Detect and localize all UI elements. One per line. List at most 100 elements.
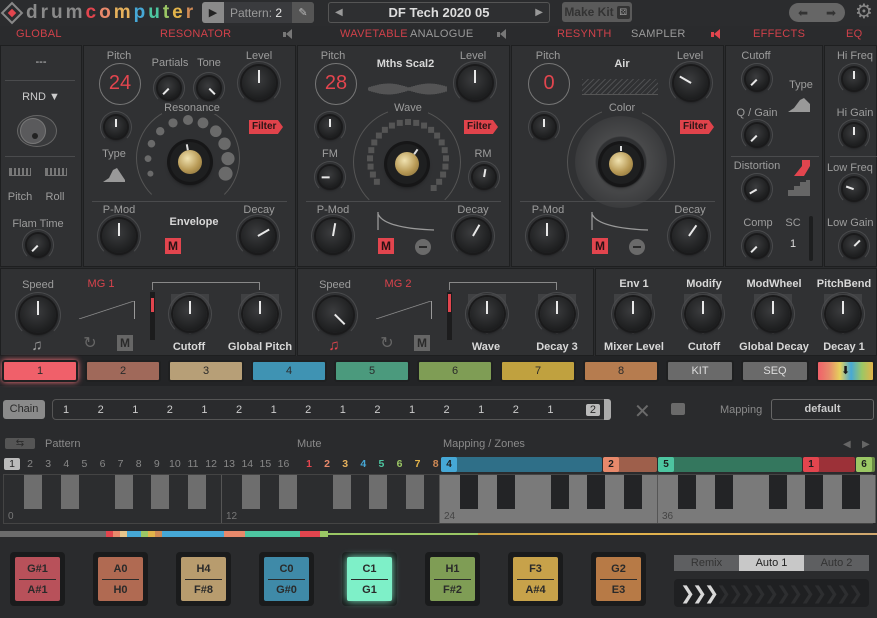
fm-knob[interactable] <box>314 161 346 193</box>
drum-pad[interactable]: H4 F#8 <box>176 552 231 606</box>
zone-bar[interactable]: 2 <box>603 457 657 472</box>
chain-scroll-handle[interactable] <box>604 399 611 420</box>
section-analogue[interactable]: ANALOGUE <box>410 28 474 40</box>
black-key[interactable] <box>187 475 206 509</box>
step-number[interactable]: 10 <box>167 458 183 470</box>
mute-channel[interactable]: 6 <box>392 458 408 470</box>
mute-channel[interactable]: 2 <box>319 458 335 470</box>
step-number[interactable]: 1 <box>4 458 20 470</box>
black-key[interactable] <box>623 475 642 509</box>
mg1-cutoff-knob[interactable] <box>168 292 212 336</box>
m-button[interactable]: M <box>414 335 430 351</box>
black-key[interactable] <box>496 475 515 509</box>
black-key[interactable] <box>841 475 860 509</box>
next-kit-button[interactable]: ▶ <box>535 7 543 18</box>
chain-slot[interactable]: 1 <box>478 404 513 416</box>
black-key[interactable] <box>587 475 606 509</box>
chain-slot[interactable]: 1 <box>340 404 375 416</box>
step-number[interactable]: 5 <box>76 458 92 470</box>
mute-channel[interactable]: 7 <box>410 458 426 470</box>
prev-page-button[interactable]: ◀ <box>843 439 851 450</box>
black-key[interactable] <box>60 475 79 509</box>
section-sampler[interactable]: SAMPLER <box>631 28 686 40</box>
partials-knob[interactable] <box>153 72 185 104</box>
step-number[interactable]: 7 <box>113 458 129 470</box>
rm-knob[interactable] <box>468 161 500 193</box>
step-number[interactable]: 13 <box>221 458 237 470</box>
lfo-shape-icon[interactable] <box>79 301 135 319</box>
channel-button-3[interactable]: 3 <box>168 360 244 382</box>
step-number[interactable]: 3 <box>40 458 56 470</box>
black-key[interactable] <box>24 475 43 509</box>
mode-auto-2[interactable]: Auto 2 <box>804 555 869 571</box>
level-knob[interactable] <box>669 61 713 105</box>
mute-channel[interactable]: 1 <box>301 458 317 470</box>
step-number[interactable]: 6 <box>95 458 111 470</box>
filter-button[interactable]: Filter <box>680 120 714 134</box>
black-key[interactable] <box>769 475 787 509</box>
speaker-icon[interactable] <box>711 29 721 39</box>
mute-channel[interactable]: 3 <box>337 458 353 470</box>
m-button[interactable]: M <box>165 238 181 254</box>
mapping-select[interactable]: default <box>771 399 874 420</box>
pmod-knob[interactable] <box>311 214 355 258</box>
mod-amount-knob[interactable] <box>611 292 655 336</box>
chain-slot[interactable]: 2 <box>374 404 409 416</box>
step-number[interactable]: 16 <box>276 458 292 470</box>
section-wavetable[interactable]: WAVETABLE <box>340 28 408 40</box>
step-number[interactable]: 9 <box>149 458 165 470</box>
chain-sequence[interactable]: 1212121212121212 <box>52 399 608 420</box>
m-button[interactable]: M <box>117 335 133 351</box>
retrigger-icon[interactable]: ↻ <box>378 333 396 353</box>
chain-slot[interactable]: 1 <box>547 404 582 416</box>
next-page-button[interactable]: ▶ <box>862 439 870 450</box>
section-global[interactable]: GLOBAL <box>16 28 62 40</box>
level-knob[interactable] <box>237 61 281 105</box>
pmod-knob[interactable] <box>525 214 569 258</box>
black-key[interactable] <box>714 475 733 509</box>
step-number[interactable]: 12 <box>203 458 219 470</box>
m-button[interactable]: M <box>378 238 394 254</box>
black-key[interactable] <box>460 475 479 509</box>
section-resonator[interactable]: RESONATOR <box>160 28 231 40</box>
filter-type-icon[interactable] <box>788 98 810 112</box>
channel-button-8[interactable]: 8 <box>583 360 659 382</box>
swap-arrows-icon[interactable]: ⇆ <box>5 438 35 449</box>
pitch-fine-knob[interactable] <box>100 111 132 143</box>
chain-slot[interactable]: 1 <box>409 404 444 416</box>
pattern-selector[interactable]: ▶ Pattern: 2 ✎ <box>202 2 314 23</box>
redo-button[interactable]: ➡ <box>826 6 836 20</box>
mute-channel[interactable]: 5 <box>373 458 389 470</box>
step-number[interactable]: 15 <box>257 458 273 470</box>
chain-button[interactable]: Chain <box>3 400 45 419</box>
channel-button-4[interactable]: 4 <box>251 360 327 382</box>
distortion-type-icons[interactable] <box>788 160 810 196</box>
chain-slot[interactable]: 2 <box>585 403 600 416</box>
hi-gain-knob[interactable] <box>838 119 870 151</box>
decay-knob[interactable] <box>236 214 280 258</box>
drum-pad[interactable]: H1 F#2 <box>425 552 480 606</box>
comp-knob[interactable] <box>741 230 773 262</box>
section-resynth[interactable]: RESYNTH <box>557 28 612 40</box>
chain-slot[interactable]: 2 <box>236 404 271 416</box>
black-key[interactable] <box>151 475 170 509</box>
minus-button[interactable] <box>415 239 431 255</box>
black-key[interactable] <box>115 475 133 509</box>
drum-pad[interactable]: A0 H0 <box>93 552 148 606</box>
drum-pad[interactable]: C0 G#0 <box>259 552 314 606</box>
speaker-icon[interactable] <box>497 29 507 39</box>
black-key[interactable] <box>242 475 261 509</box>
rainbow-button[interactable]: ⬇ <box>816 360 875 382</box>
retrigger-icon[interactable]: ↻ <box>81 333 99 353</box>
step-number[interactable]: 14 <box>239 458 255 470</box>
chain-slot[interactable]: 2 <box>98 404 133 416</box>
rnd-button[interactable]: RND ▼ <box>1 91 81 103</box>
channel-button-kit[interactable]: KIT <box>666 360 734 382</box>
mg2-decay-knob[interactable] <box>535 292 579 336</box>
black-key[interactable] <box>278 475 297 509</box>
lfo-shape-icon[interactable] <box>376 301 432 319</box>
mod-amount-knob[interactable] <box>821 292 865 336</box>
make-kit-button[interactable]: Make Kit ⚄ <box>562 2 632 22</box>
mode-auto-1[interactable]: Auto 1 <box>739 555 804 571</box>
black-key[interactable] <box>805 475 824 509</box>
